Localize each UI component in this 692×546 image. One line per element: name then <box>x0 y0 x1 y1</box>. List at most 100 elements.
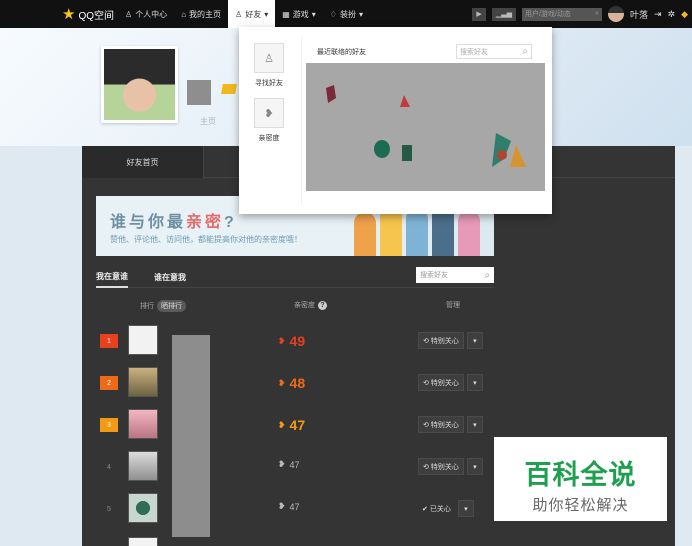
profile-avatar[interactable] <box>101 46 178 123</box>
intimacy-item[interactable]: ❥ 亲密度 <box>253 98 285 143</box>
gear-icon[interactable]: ✲ <box>668 9 676 20</box>
profile-nav-home[interactable]: 主页 <box>200 116 216 127</box>
care-tab-bar: 我在意谁 谁在意我 搜索好友 ⌕ <box>96 266 494 288</box>
action-label: 特别关心 <box>430 379 459 387</box>
friend-row: 2 ❥ 48 ⟲ 特别关心 ▾ <box>82 364 502 406</box>
nav-dress-up[interactable]: ♢ 装扮 ▾ <box>323 0 370 28</box>
nav-label: 个人中心 <box>135 9 168 19</box>
find-friends-label: 寻找好友 <box>255 80 283 87</box>
special-care-button[interactable]: ⟲ 特别关心 <box>418 332 464 349</box>
score-value: 49 <box>289 333 306 349</box>
chevron-down-icon: ▾ <box>264 9 269 19</box>
logo-text: QQ空间 <box>78 10 115 22</box>
friend-avatar[interactable] <box>128 537 158 546</box>
tab-who-cares-me[interactable]: 谁在意我 <box>154 266 186 288</box>
find-friends-item[interactable]: ♙ 寻找好友 <box>253 43 285 88</box>
heart-chat-icon: ❥ <box>278 459 286 469</box>
watermark-subtitle: 助你轻松解决 <box>532 497 629 514</box>
banner-title-highlight: 亲密 <box>186 214 225 231</box>
share-rank-button[interactable]: 晒排行 <box>157 300 186 312</box>
search-icon[interactable]: ⌕ <box>484 270 490 281</box>
score-value: 47 <box>289 459 300 470</box>
search-placeholder: 搜索好友 <box>460 48 488 56</box>
friend-avatar[interactable] <box>128 451 158 481</box>
nav-my-home[interactable]: ⌂ 我的主页 <box>174 0 228 28</box>
username[interactable]: 叶落 <box>630 8 648 21</box>
global-search-input[interactable]: 用户/游戏/动态 ⌕ <box>521 7 602 21</box>
tab-who-i-care[interactable]: 我在意谁 <box>96 266 128 288</box>
nav-label: 我的主页 <box>189 9 222 19</box>
vip-diamond-icon <box>221 84 237 94</box>
nav-games[interactable]: ▦ 游戏 ▾ <box>275 0 323 28</box>
action-label: 已关心 <box>429 505 451 513</box>
manage-dropdown[interactable]: ▾ <box>466 416 483 433</box>
play-button[interactable]: ▶ <box>472 7 486 21</box>
heart-chat-icon: ❥ <box>278 335 286 346</box>
manage-dropdown[interactable]: ▾ <box>466 332 483 349</box>
logout-icon[interactable]: ⇥ <box>654 9 662 20</box>
stats-button[interactable]: ▁▃▅ <box>491 7 516 21</box>
intimacy-label: 亲密度 <box>258 135 280 142</box>
friend-row: 1 ❥ 49 ⟲ 特别关心 ▾ <box>82 322 502 364</box>
friends-dropdown-menu: ♙ 寻找好友 ❥ 亲密度 最近联络的好友 搜索好友 ⌕ <box>239 27 552 214</box>
watermark-title: 百科全说 <box>524 460 637 490</box>
friend-avatar[interactable] <box>128 493 158 523</box>
cared-button[interactable]: ✔ 已关心 <box>418 500 455 517</box>
divider <box>301 37 302 204</box>
chevron-down-icon: ▾ <box>311 9 316 19</box>
friend-avatar[interactable] <box>128 409 158 439</box>
manage-controls: ⟲ 特别关心 ▾ <box>418 332 483 349</box>
heart-chat-icon: ❥ <box>278 377 286 388</box>
recent-friends-graphic <box>326 85 526 167</box>
recent-friends-avatars[interactable] <box>306 63 545 191</box>
illustration-person <box>406 208 428 256</box>
care-icon: ⟲ <box>423 421 429 429</box>
manage-dropdown[interactable]: ▾ <box>466 374 483 391</box>
help-icon[interactable]: ? <box>318 300 327 310</box>
friend-row: 5 ❥ 47 ✔ 已关心 ▾ <box>82 490 502 532</box>
user-avatar[interactable] <box>607 6 624 22</box>
friend-icon: ♙ <box>235 9 243 19</box>
action-label: 特别关心 <box>430 421 459 429</box>
col-intimacy-label: 亲密度 <box>294 302 315 309</box>
manage-controls: ⟲ 特别关心 ▾ <box>418 416 483 433</box>
illustration-person <box>458 210 480 256</box>
names-redacted <box>172 335 210 537</box>
friend-search-input[interactable]: 搜索好友 ⌕ <box>416 267 494 283</box>
action-label: 特别关心 <box>430 337 459 345</box>
dropdown-search-input[interactable]: 搜索好友 ⌕ <box>456 44 532 59</box>
special-care-button[interactable]: ⟲ 特别关心 <box>418 416 464 433</box>
star-icon: ★ <box>62 6 76 23</box>
care-icon: ⟲ <box>423 379 429 387</box>
intimacy-score: ❥ 47 <box>278 501 300 512</box>
banner-subtitle: 赞他、评论他、访问他，都能提高你对他的亲密度哦！ <box>110 235 302 244</box>
rank-crown-icon: 2 <box>100 376 118 390</box>
manage-dropdown[interactable]: ▾ <box>457 500 474 517</box>
score-value: 47 <box>289 417 306 433</box>
search-icon[interactable]: ⌕ <box>595 10 599 18</box>
nav-personal-center[interactable]: ♙ 个人中心 <box>118 0 174 28</box>
banner-title-mark: ? <box>224 214 237 231</box>
manage-dropdown[interactable]: ▾ <box>466 458 483 475</box>
check-icon: ✔ <box>422 505 428 513</box>
special-care-button[interactable]: ⟲ 特别关心 <box>418 374 464 391</box>
nav-friends[interactable]: ♙ 好友 ▾ <box>228 0 276 28</box>
diamond-icon[interactable]: ◆ <box>681 9 688 20</box>
manage-controls: ⟲ 特别关心 ▾ <box>418 458 483 475</box>
tab-friends-home[interactable]: 好友首页 <box>82 146 204 178</box>
col-rank-label: 排行 <box>140 303 154 310</box>
friend-row: 3 ❥ 47 ⟲ 特别关心 ▾ <box>82 406 502 448</box>
heart-chat-icon: ❥ <box>278 501 286 511</box>
friend-avatar[interactable] <box>128 367 158 397</box>
rank-crown-icon: 3 <box>100 418 118 432</box>
person-icon: ♙ <box>254 43 284 73</box>
special-care-button[interactable]: ⟲ 特别关心 <box>418 458 464 475</box>
profile-name-redacted <box>187 80 211 105</box>
friend-avatar[interactable] <box>128 325 158 355</box>
nav-label: 游戏 <box>292 9 309 19</box>
search-icon[interactable]: ⌕ <box>522 46 528 57</box>
heart-chat-icon: ❥ <box>254 98 284 128</box>
search-placeholder: 用户/游戏/动态 <box>524 11 571 18</box>
rank-crown-icon: 1 <box>100 334 118 348</box>
qzone-logo[interactable]: ★ QQ空间 <box>0 0 118 28</box>
